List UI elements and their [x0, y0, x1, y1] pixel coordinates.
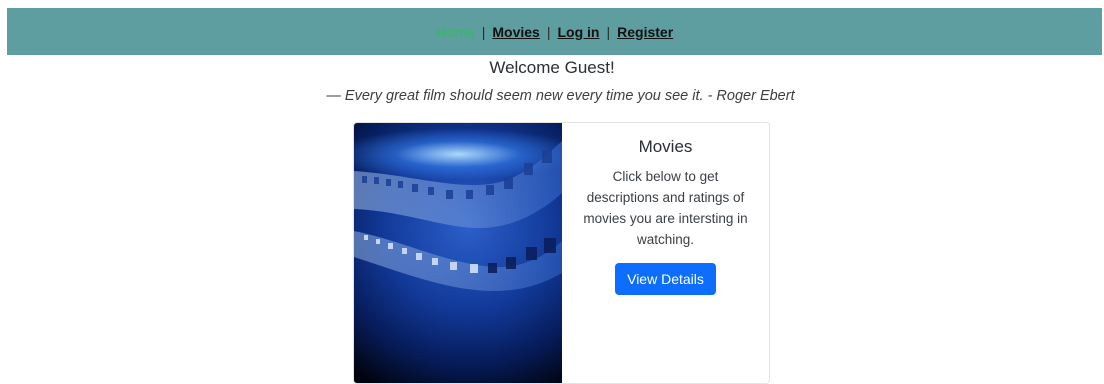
card-title: Movies — [638, 137, 693, 156]
card-body: Movies Click below to get descriptions a… — [562, 123, 769, 383]
card-description: Click below to get descriptions and rati… — [583, 169, 748, 247]
nav-login-link[interactable]: Log in — [557, 24, 599, 40]
nav-separator: | — [481, 23, 486, 40]
top-navbar: Home | Movies | Log in | Register — [7, 8, 1102, 55]
nav-separator: | — [546, 23, 551, 40]
nav-movies-link[interactable]: Movies — [492, 24, 539, 40]
movies-card: Movies Click below to get descriptions a… — [353, 122, 770, 384]
quote-text: — Every great film should seem new every… — [326, 88, 795, 104]
welcome-heading: Welcome Guest! — [489, 58, 615, 77]
film-strip-graphic — [354, 141, 562, 291]
film-reel-image — [354, 123, 562, 383]
view-details-button[interactable]: View Details — [615, 263, 716, 295]
nav-home-link[interactable]: Home — [436, 24, 475, 40]
nav-separator: | — [606, 23, 611, 40]
nav-register-link[interactable]: Register — [617, 24, 673, 40]
